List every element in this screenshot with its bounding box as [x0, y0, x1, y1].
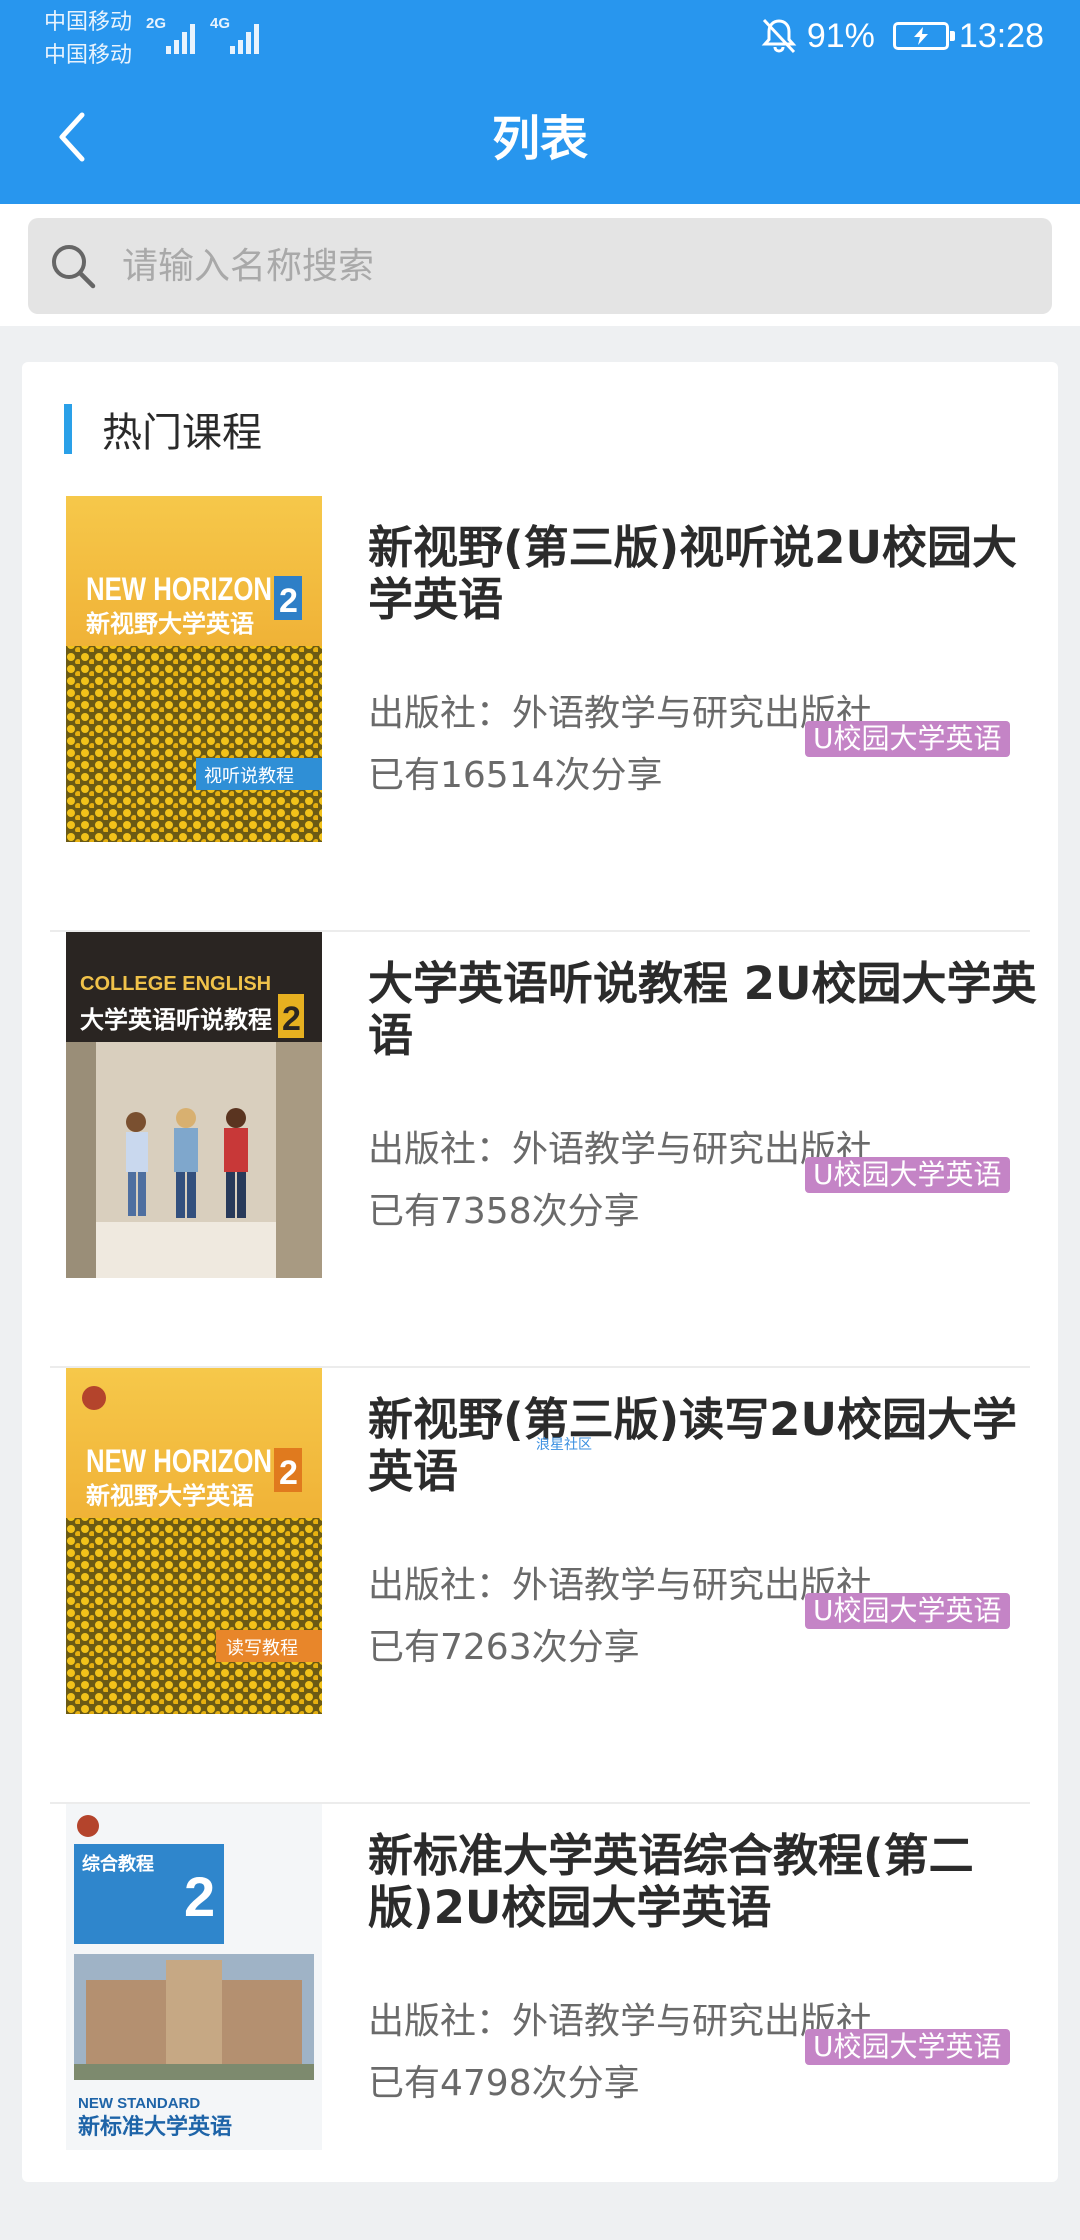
- course-title: 新标准大学英语综合教程(第二版)2U校园大学英语: [368, 1829, 974, 1934]
- chevron-left-icon: [59, 112, 85, 162]
- course-publisher: 出版社：外语教学与研究出版社: [368, 1129, 873, 1170]
- svg-text:2: 2: [279, 582, 298, 620]
- svg-text:读写教程: 读写教程: [226, 1638, 298, 1659]
- page-title: 列表: [491, 111, 588, 167]
- course-cover-image[interactable]: NEW HORIZON 2 新视野大学英语 读写教程: [66, 1368, 322, 1714]
- section-title: 热门课程: [102, 410, 262, 456]
- svg-text:NEW HORIZON: NEW HORIZON: [86, 571, 272, 607]
- svg-text:综合教程: 综合教程: [82, 1853, 154, 1875]
- course-share-count: 已有16514次分享: [368, 755, 663, 796]
- svg-text:NEW STANDARD: NEW STANDARD: [78, 2095, 200, 2112]
- svg-text:视听说教程: 视听说教程: [204, 766, 294, 787]
- course-tag-badge: U校园大学英语: [805, 2029, 1010, 2065]
- course-share-count: 已有7263次分享: [368, 1627, 640, 1668]
- section-accent-bar: [64, 404, 72, 454]
- course-cover-image[interactable]: NEW HORIZON 2 新视野大学英语 视听说教程: [66, 496, 322, 842]
- course-item[interactable]: NEW HORIZON 2 新视野大学英语 视听说教程 新视野(第三版)视听说2…: [22, 496, 1058, 932]
- course-title: 大学英语听说教程 2U校园大学英语: [368, 957, 1037, 1062]
- svg-text:2: 2: [282, 1000, 301, 1038]
- status-right: 91% 13:28: [761, 12, 1044, 60]
- course-tag-badge: U校园大学英语: [805, 721, 1010, 757]
- section-header: 热门课程: [64, 404, 262, 456]
- carrier-labels: 中国移动 中国移动: [44, 6, 132, 72]
- svg-text:新标准大学英语: 新标准大学英语: [78, 2114, 232, 2140]
- course-publisher: 出版社：外语教学与研究出版社: [368, 1565, 873, 1606]
- svg-text:NEW HORIZON: NEW HORIZON: [86, 1443, 272, 1479]
- carrier-1: 中国移动: [44, 10, 133, 35]
- svg-text:新视野大学英语: 新视野大学英语: [86, 610, 254, 638]
- search-input[interactable]: [122, 245, 1002, 287]
- course-publisher: 出版社：外语教学与研究出版社: [368, 2001, 873, 2042]
- course-title: 新视野(第三版)读写2U校园大学英语: [368, 1393, 1017, 1498]
- course-share-count: 已有4798次分享: [368, 2063, 640, 2104]
- svg-text:大学英语听说教程: 大学英语听说教程: [80, 1006, 272, 1034]
- course-cover-image[interactable]: 综合教程 2 NEW STANDARD 新标准大学英语: [66, 1804, 322, 2150]
- status-bar: 中国移动 中国移动 2G 4G 91% 13:28: [0, 0, 1080, 74]
- battery-percent: 91%: [806, 16, 875, 55]
- course-share-count: 已有7358次分享: [368, 1191, 640, 1232]
- carrier-2: 中国移动: [44, 43, 133, 68]
- svg-text:2: 2: [184, 1865, 215, 1928]
- svg-text:COLLEGE ENGLISH: COLLEGE ENGLISH: [80, 973, 271, 995]
- watermark-text: 浪星社区: [536, 1437, 592, 1453]
- search-icon: [52, 245, 96, 289]
- course-cover-image[interactable]: COLLEGE ENGLISH 大学英语听说教程 2: [66, 932, 322, 1278]
- battery-icon: [892, 22, 955, 50]
- course-tag-badge: U校园大学英语: [805, 1593, 1010, 1629]
- bell-off-icon: [761, 18, 797, 54]
- svg-text:新视野大学英语: 新视野大学英语: [86, 1482, 254, 1510]
- svg-text:2: 2: [279, 1454, 298, 1492]
- clock: 13:28: [958, 16, 1044, 55]
- course-item[interactable]: COLLEGE ENGLISH 大学英语听说教程 2 大学英语听说教程 2U校园…: [22, 932, 1058, 1368]
- course-title: 新视野(第三版)视听说2U校园大学英语: [368, 521, 1017, 626]
- course-list-card: 热门课程 NEW HORIZON 2 新视野大学英语 视听说教程 新视野(第三版…: [22, 362, 1058, 2182]
- navigation-bar: 列表: [0, 74, 1080, 204]
- back-button[interactable]: [40, 100, 104, 174]
- course-item[interactable]: 综合教程 2 NEW STANDARD 新标准大学英语 新标准大学英语综合教程(…: [22, 1804, 1058, 2240]
- app-header: 中国移动 中国移动 2G 4G 91% 13:28 列表: [0, 0, 1080, 204]
- search-bar-container: [0, 204, 1080, 326]
- course-publisher: 出版社：外语教学与研究出版社: [368, 693, 873, 734]
- course-tag-badge: U校园大学英语: [805, 1157, 1010, 1193]
- search-box[interactable]: [28, 218, 1052, 314]
